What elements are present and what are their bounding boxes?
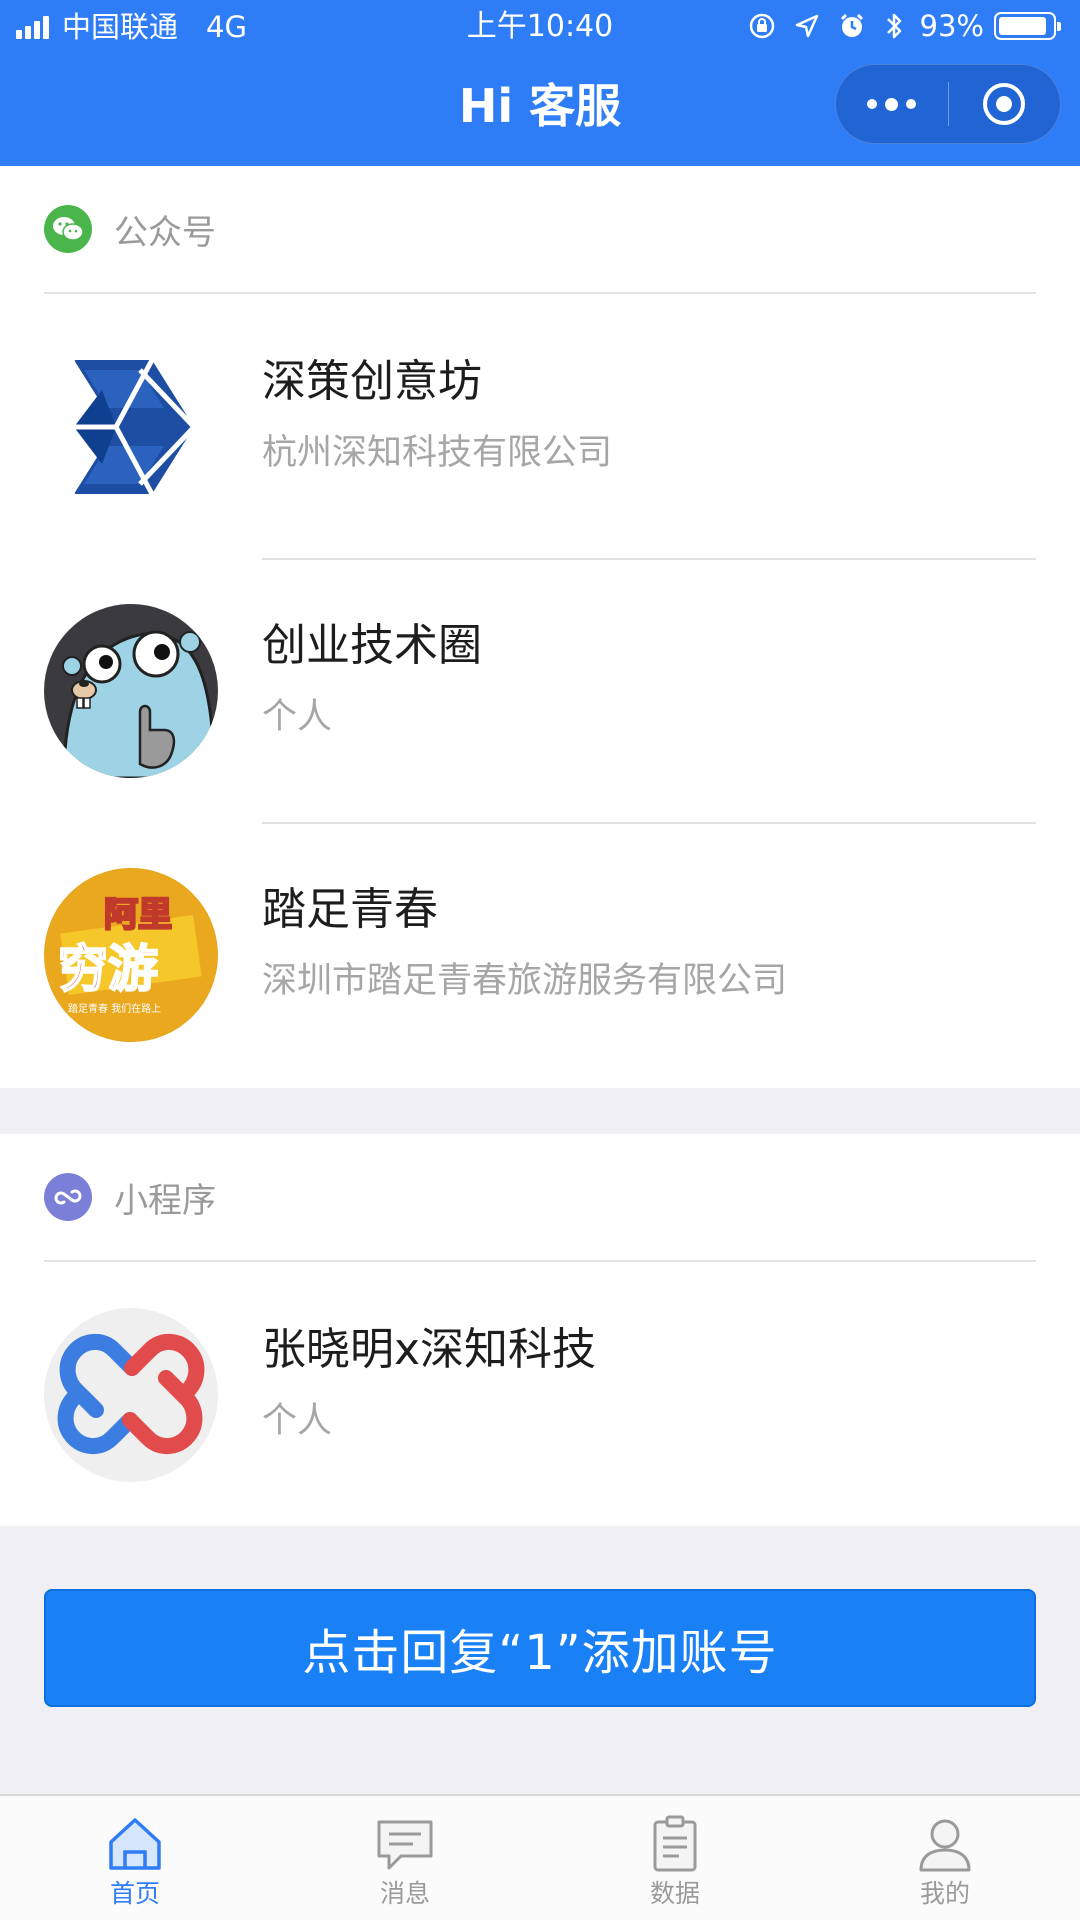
official-accounts-section: 公众号 深策创意坊 杭州深知科技有限公司 创业技术圈 个人 阿里 穷游 踏足青春… <box>0 166 1080 1088</box>
gopher-cartoon-avatar <box>44 604 218 778</box>
logo-text-top: 阿里 <box>104 895 172 935</box>
more-dot <box>906 99 917 109</box>
tab-mine[interactable]: 我的 <box>810 1796 1080 1920</box>
wechat-icon <box>44 205 92 253</box>
close-button[interactable] <box>949 64 1061 144</box>
bluetooth-icon <box>884 11 904 41</box>
account-name: 创业技术圈 <box>262 620 482 671</box>
top-bar: 中国联通 4G 上午10:40 93% Hi 客服 <box>0 0 1080 166</box>
more-dot <box>867 99 878 109</box>
section-label: 公众号 <box>114 212 216 253</box>
account-name: 张晓明x深知科技 <box>262 1324 597 1375</box>
location-icon <box>794 13 820 39</box>
tab-label: 首页 <box>109 1879 160 1908</box>
battery-percent: 93% <box>919 9 984 43</box>
tab-message[interactable]: 消息 <box>270 1796 540 1920</box>
tab-label: 我的 <box>919 1879 970 1908</box>
more-dot <box>885 97 899 111</box>
battery-icon <box>994 12 1061 40</box>
section-header: 公众号 <box>44 166 1036 294</box>
miniprogram-section: 小程序 张晓明x深知科技 个人 <box>0 1134 1080 1526</box>
miniprogram-capsule <box>835 64 1061 144</box>
target-close-icon <box>983 83 1026 125</box>
alarm-icon <box>838 12 866 40</box>
tab-label: 数据 <box>649 1879 700 1908</box>
status-right: 93% <box>730 9 1061 43</box>
tab-bar: 首页 消息 数据 我的 <box>0 1794 1080 1920</box>
account-owner: 个人 <box>262 697 333 737</box>
rotation-lock-icon <box>748 12 776 40</box>
account-owner: 杭州深知科技有限公司 <box>262 433 613 473</box>
message-icon <box>377 1820 433 1870</box>
account-row[interactable]: 创业技术圈 个人 <box>0 560 1080 824</box>
tab-data[interactable]: 数据 <box>540 1796 810 1920</box>
miniprogram-icon <box>44 1173 92 1221</box>
tab-home[interactable]: 首页 <box>0 1796 270 1920</box>
more-button[interactable] <box>836 64 948 144</box>
account-name: 踏足青春 <box>262 884 438 935</box>
account-row[interactable]: 深策创意坊 杭州深知科技有限公司 <box>0 296 1080 560</box>
logo-text-main: 穷游 <box>58 940 158 998</box>
tab-label: 消息 <box>379 1879 430 1908</box>
user-icon <box>919 1819 971 1872</box>
add-account-button[interactable]: 点击回复“1”添加账号 <box>44 1589 1036 1707</box>
account-owner: 深圳市踏足青春旅游服务有限公司 <box>262 961 788 1001</box>
account-owner: 个人 <box>262 1401 333 1441</box>
hexagon-logo-avatar <box>44 340 218 514</box>
section-label: 小程序 <box>114 1180 216 1221</box>
logo-text-small: 踏足青春 我们在路上 <box>68 1002 161 1015</box>
account-row[interactable]: 阿里 穷游 踏足青春 我们在路上 踏足青春 深圳市踏足青春旅游服务有限公司 <box>0 824 1080 1088</box>
account-name: 深策创意坊 <box>262 356 482 407</box>
account-row[interactable]: 张晓明x深知科技 个人 <box>0 1264 1080 1528</box>
home-icon <box>109 1818 161 1870</box>
ali-qiongyou-avatar: 阿里 穷游 踏足青春 我们在路上 <box>44 868 218 1042</box>
section-header: 小程序 <box>44 1134 1036 1262</box>
chain-link-avatar <box>44 1308 218 1482</box>
nav-bar: Hi 客服 <box>0 52 1080 166</box>
status-bar: 中国联通 4G 上午10:40 93% <box>0 0 1080 52</box>
clipboard-icon <box>653 1815 697 1872</box>
